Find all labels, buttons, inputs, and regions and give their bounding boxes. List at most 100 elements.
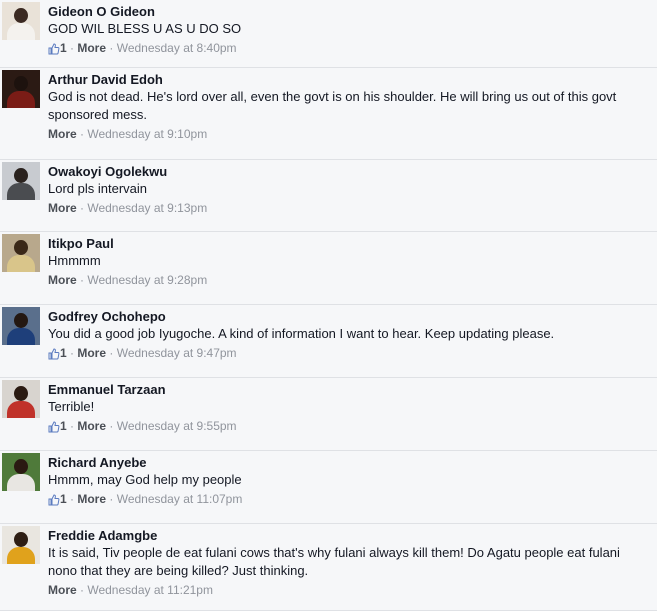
- comment-meta: 1 · More · Wednesday at 9:47pm: [48, 345, 649, 361]
- comment: Richard Anyebe Hmmm, may God help my peop…: [0, 451, 657, 524]
- separator: ·: [76, 583, 88, 597]
- like-icon[interactable]: [48, 421, 60, 433]
- comment: Freddie Adamgbe It is said, Tiv people de…: [0, 524, 657, 611]
- more-link[interactable]: More: [48, 583, 77, 597]
- avatar-head: [14, 459, 28, 474]
- comment-meta: More · Wednesday at 9:10pm: [48, 126, 649, 142]
- more-link[interactable]: More: [77, 492, 106, 506]
- comment-timestamp[interactable]: Wednesday at 11:07pm: [117, 492, 243, 506]
- separator: ·: [66, 41, 78, 55]
- avatar[interactable]: [2, 526, 40, 564]
- avatar-body: [7, 255, 35, 272]
- more-link[interactable]: More: [77, 41, 106, 55]
- comment-content: Itikpo Paul Hmmmm More · Wednesday at 9:28…: [48, 236, 649, 288]
- comment: Godfrey Ochohepo You did a good job Iyugo…: [0, 305, 657, 378]
- avatar-body: [7, 91, 35, 108]
- avatar[interactable]: [2, 380, 40, 418]
- avatar-head: [14, 8, 28, 23]
- comment: Itikpo Paul Hmmmm More · Wednesday at 9:28…: [0, 232, 657, 305]
- like-count[interactable]: 1: [60, 41, 67, 55]
- avatar[interactable]: [2, 234, 40, 272]
- comment-author[interactable]: Godfrey Ochohepo: [48, 309, 649, 324]
- comment-author[interactable]: Owakoyi Ogolekwu: [48, 164, 649, 179]
- comment: Arthur David Edoh God is not dead. He's l…: [0, 68, 657, 160]
- comment-author[interactable]: Gideon O Gideon: [48, 4, 649, 19]
- comment-meta: 1 · More · Wednesday at 11:07pm: [48, 491, 649, 507]
- comment-text: It is said, Tiv people de eat fulani cow…: [48, 545, 620, 578]
- comment-timestamp[interactable]: Wednesday at 9:13pm: [87, 201, 207, 215]
- comment-text: Hmmmm: [48, 253, 101, 268]
- comment-text: GOD WIL BLESS U AS U DO SO: [48, 21, 242, 36]
- comment-timestamp[interactable]: Wednesday at 11:21pm: [87, 583, 213, 597]
- comment: Gideon O Gideon GOD WIL BLESS U AS U DO S…: [0, 0, 657, 68]
- avatar-body: [7, 474, 35, 491]
- comment-text: God is not dead. He's lord over all, eve…: [48, 89, 617, 122]
- comment-content: Owakoyi Ogolekwu Lord pls intervain More ·…: [48, 164, 649, 216]
- more-link[interactable]: More: [48, 273, 77, 287]
- more-link[interactable]: More: [77, 346, 106, 360]
- comment-meta: 1 · More · Wednesday at 9:55pm: [48, 418, 649, 434]
- avatar[interactable]: [2, 307, 40, 345]
- comment-text: Lord pls intervain: [48, 181, 147, 196]
- separator: ·: [106, 346, 117, 360]
- comment-text: Hmmm, may God help my people: [48, 472, 242, 487]
- comment-timestamp[interactable]: Wednesday at 9:28pm: [87, 273, 207, 287]
- more-link[interactable]: More: [48, 201, 77, 215]
- comment-meta: 1 · More · Wednesday at 8:40pm: [48, 40, 649, 56]
- avatar-body: [7, 547, 35, 564]
- avatar-head: [14, 313, 28, 328]
- like-icon[interactable]: [48, 348, 60, 360]
- avatar[interactable]: [2, 162, 40, 200]
- avatar-head: [14, 386, 28, 401]
- separator: ·: [106, 492, 117, 506]
- avatar[interactable]: [2, 2, 40, 40]
- comment-timestamp[interactable]: Wednesday at 9:10pm: [87, 127, 207, 141]
- comment: Emmanuel Tarzaan Terrible! 1 · More · Wedn…: [0, 378, 657, 451]
- like-count[interactable]: 1: [60, 492, 67, 506]
- comment-author[interactable]: Itikpo Paul: [48, 236, 649, 251]
- comment-content: Richard Anyebe Hmmm, may God help my peop…: [48, 455, 649, 507]
- comment-content: Gideon O Gideon GOD WIL BLESS U AS U DO S…: [48, 4, 649, 56]
- comment-text: Terrible!: [48, 399, 95, 414]
- comment-author[interactable]: Freddie Adamgbe: [48, 528, 649, 543]
- avatar-body: [7, 328, 35, 345]
- comment-author[interactable]: Emmanuel Tarzaan: [48, 382, 649, 397]
- separator: ·: [76, 273, 88, 287]
- avatar-body: [7, 183, 35, 200]
- like-count[interactable]: 1: [60, 419, 67, 433]
- comment-meta: More · Wednesday at 9:28pm: [48, 272, 649, 288]
- avatar-head: [14, 76, 28, 91]
- like-count[interactable]: 1: [60, 346, 67, 360]
- more-link[interactable]: More: [48, 127, 77, 141]
- comment-timestamp[interactable]: Wednesday at 9:47pm: [117, 346, 237, 360]
- avatar[interactable]: [2, 70, 40, 108]
- avatar-body: [7, 23, 35, 40]
- like-icon[interactable]: [48, 43, 60, 55]
- more-link[interactable]: More: [77, 419, 106, 433]
- avatar-head: [14, 168, 28, 183]
- comment-timestamp[interactable]: Wednesday at 8:40pm: [117, 41, 237, 55]
- separator: ·: [106, 419, 117, 433]
- comment-list: Gideon O Gideon GOD WIL BLESS U AS U DO S…: [0, 0, 657, 611]
- separator: ·: [76, 127, 88, 141]
- comment-content: Freddie Adamgbe It is said, Tiv people de…: [48, 528, 649, 598]
- comment-timestamp[interactable]: Wednesday at 9:55pm: [117, 419, 237, 433]
- avatar-head: [14, 240, 28, 255]
- comment-text: You did a good job Iyugoche. A kind of i…: [48, 326, 555, 341]
- avatar-body: [7, 401, 35, 418]
- like-icon[interactable]: [48, 494, 60, 506]
- separator: ·: [76, 201, 88, 215]
- comment-author[interactable]: Richard Anyebe: [48, 455, 649, 470]
- avatar-head: [14, 532, 28, 547]
- comment-author[interactable]: Arthur David Edoh: [48, 72, 649, 87]
- comment-content: Emmanuel Tarzaan Terrible! 1 · More · Wedn…: [48, 382, 649, 434]
- comment-meta: More · Wednesday at 11:21pm: [48, 582, 649, 598]
- comment-content: Godfrey Ochohepo You did a good job Iyugo…: [48, 309, 649, 361]
- separator: ·: [66, 419, 78, 433]
- comment-content: Arthur David Edoh God is not dead. He's l…: [48, 72, 649, 142]
- avatar[interactable]: [2, 453, 40, 491]
- separator: ·: [66, 492, 78, 506]
- separator: ·: [106, 41, 117, 55]
- comment-meta: More · Wednesday at 9:13pm: [48, 200, 649, 216]
- separator: ·: [66, 346, 78, 360]
